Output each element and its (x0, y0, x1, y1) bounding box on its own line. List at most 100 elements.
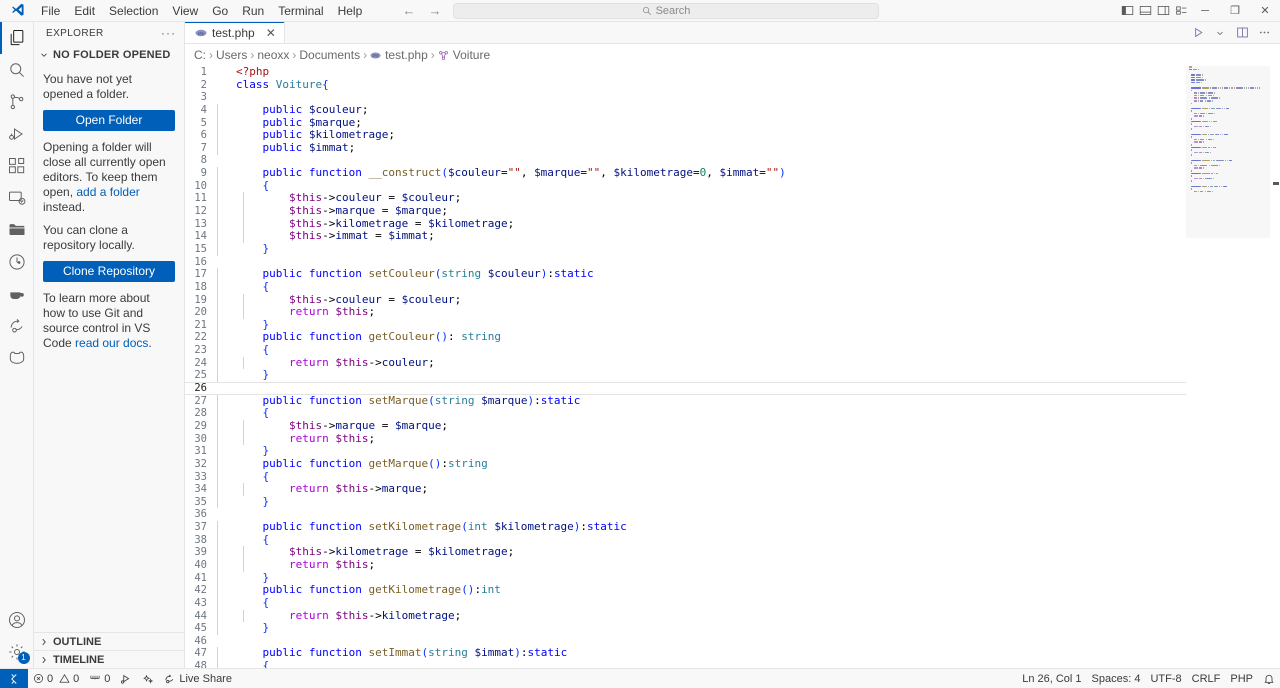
code-line[interactable]: 40 return $this; (185, 558, 1186, 572)
status-run-code[interactable] (115, 669, 137, 688)
code-line-content[interactable]: public function getCouleur(): string (217, 331, 1186, 345)
minimap-slider[interactable] (1186, 66, 1270, 238)
breadcrumb-item-users[interactable]: Users (216, 48, 247, 62)
open-folder-button[interactable]: Open Folder (43, 110, 175, 131)
code-line[interactable]: 45 } (185, 621, 1186, 635)
activitybar-item-explorer[interactable] (0, 22, 34, 54)
activitybar-item-test-explorer[interactable] (0, 246, 34, 278)
code-line[interactable]: 14 $this->immat = $immat; (185, 230, 1186, 243)
remote-window-button[interactable] (0, 668, 28, 688)
code-line[interactable]: 1 <?php (185, 66, 1186, 79)
code-line-content[interactable]: } (217, 621, 1186, 635)
menu-edit[interactable]: Edit (67, 0, 102, 22)
code-line[interactable]: 37 public function setKilometrage(int $k… (185, 520, 1186, 534)
code-line[interactable]: 20 return $this; (185, 305, 1186, 319)
code-line[interactable]: 9 public function __construct($couleur="… (185, 166, 1186, 180)
activitybar-item-live-share[interactable] (0, 310, 34, 342)
activitybar-item-source-control[interactable] (0, 86, 34, 118)
code-line-content[interactable]: { (217, 659, 1186, 668)
no-folder-opened-section[interactable]: NO FOLDER OPENED (34, 44, 184, 66)
code-line-content[interactable]: public function setMarque(string $marque… (217, 394, 1186, 408)
status-php-intelephense[interactable] (137, 669, 159, 688)
more-actions-icon[interactable] (1254, 22, 1274, 44)
status-ports[interactable]: 0 (84, 669, 115, 688)
activitybar-item-run-and-debug[interactable] (0, 118, 34, 150)
tab-test-php[interactable]: php test.php ✕ (185, 22, 285, 43)
customize-layout-icon[interactable] (1172, 0, 1190, 22)
activitybar-item-project-manager[interactable] (0, 214, 34, 246)
arrow-left-icon[interactable]: ← (401, 4, 417, 17)
code-line[interactable]: 32 public function getMarque():string (185, 457, 1186, 471)
code-line-content[interactable]: return $this; (217, 558, 1186, 572)
status-indentation[interactable]: Spaces: 4 (1087, 669, 1146, 688)
code-editor[interactable]: 1 <?php 2 class Voiture{3 4 public $couleur;… (185, 66, 1280, 668)
activitybar-item-github-copilot[interactable] (0, 342, 34, 374)
code-line-content[interactable]: public function setKilometrage(int $kilo… (217, 520, 1186, 534)
toggle-secondary-sidebar-icon[interactable] (1154, 0, 1172, 22)
read-our-docs-link[interactable]: read our docs (75, 336, 148, 350)
toggle-primary-sidebar-icon[interactable] (1118, 0, 1136, 22)
status-eol[interactable]: CRLF (1187, 669, 1226, 688)
status-problems[interactable]: 0 0 (28, 669, 84, 688)
arrow-right-icon[interactable]: → (427, 4, 443, 17)
close-button[interactable]: ✕ (1250, 0, 1280, 22)
activitybar-item-java-projects[interactable] (0, 278, 34, 310)
code-line[interactable]: 2 class Voiture{ (185, 78, 1186, 92)
code-line-content[interactable]: return $this; (217, 305, 1186, 319)
code-line-content[interactable]: return $this->couleur; (217, 356, 1186, 370)
code-line[interactable]: 44 return $this->kilometrage; (185, 609, 1186, 623)
code-line-content[interactable]: return $this->kilometrage; (217, 609, 1186, 623)
code-line[interactable]: 48 { (185, 659, 1186, 668)
breadcrumb-item-neoxx[interactable]: neoxx (257, 48, 289, 62)
status-language-mode[interactable]: PHP (1225, 669, 1258, 688)
split-editor-icon[interactable] (1232, 22, 1252, 44)
code-line[interactable]: 42 public function getKilometrage():int (185, 583, 1186, 597)
more-actions-icon[interactable]: ··· (161, 26, 176, 40)
code-line-content[interactable]: public $kilometrage; (217, 128, 1186, 142)
code-line-content[interactable]: return $this->marque; (217, 482, 1186, 496)
code-lines-container[interactable]: 1 <?php 2 class Voiture{3 4 public $couleur;… (185, 66, 1186, 668)
code-line-content[interactable]: public $immat; (217, 141, 1186, 155)
code-line[interactable]: 22 public function getCouleur(): string (185, 331, 1186, 345)
close-icon[interactable]: ✕ (266, 27, 276, 39)
code-line-content[interactable]: } (217, 242, 1186, 256)
menu-go[interactable]: Go (205, 0, 235, 22)
breadcrumb-item-documents[interactable]: Documents (299, 48, 360, 62)
code-line[interactable]: 27 public function setMarque(string $mar… (185, 394, 1186, 408)
outline-section[interactable]: OUTLINE (34, 632, 184, 650)
code-line-content[interactable]: public function __construct($couleur="",… (217, 166, 1186, 180)
code-line[interactable]: 47 public function setImmat(string $imma… (185, 647, 1186, 661)
command-center-search[interactable]: Search (453, 2, 879, 19)
status-live-share[interactable]: Live Share (159, 669, 237, 688)
activitybar-item-remote-explorer[interactable] (0, 182, 34, 214)
activitybar-item-extensions[interactable] (0, 150, 34, 182)
status-notifications[interactable] (1258, 669, 1280, 688)
code-line-content[interactable]: public function getMarque():string (217, 457, 1186, 471)
code-line[interactable]: 7 public $immat; (185, 141, 1186, 155)
code-line-content[interactable]: public function setImmat(string $immat):… (217, 647, 1186, 661)
code-line[interactable]: 34 return $this->marque; (185, 482, 1186, 496)
code-line[interactable]: 24 return $this->couleur; (185, 356, 1186, 370)
code-line-content[interactable]: } (217, 495, 1186, 509)
code-line-content[interactable]: } (217, 369, 1186, 383)
status-encoding[interactable]: UTF-8 (1145, 669, 1186, 688)
code-line-content[interactable]: <?php (217, 66, 1186, 79)
code-line-content[interactable]: public function setCouleur(string $coule… (217, 267, 1186, 281)
maximize-button[interactable]: ❐ (1220, 0, 1250, 22)
code-line-content[interactable]: return $this; (217, 432, 1186, 446)
menu-view[interactable]: View (165, 0, 205, 22)
toggle-panel-icon[interactable] (1136, 0, 1154, 22)
activitybar-item-accounts[interactable] (0, 604, 34, 636)
menu-selection[interactable]: Selection (102, 0, 165, 22)
editor-scrollbar[interactable] (1270, 66, 1280, 668)
code-line[interactable]: 17 public function setCouleur(string $co… (185, 267, 1186, 281)
status-editor-position[interactable]: Ln 26, Col 1 (1017, 669, 1086, 688)
activitybar-item-manage-settings[interactable]: 1 (0, 636, 34, 668)
clone-repository-button[interactable]: Clone Repository (43, 261, 175, 282)
code-line-content[interactable]: public function getKilometrage():int (217, 583, 1186, 597)
code-line[interactable]: 15 } (185, 242, 1186, 256)
minimap[interactable] (1186, 66, 1270, 668)
code-line-content[interactable]: class Voiture{ (217, 78, 1186, 92)
activitybar-item-search[interactable] (0, 54, 34, 86)
menu-terminal[interactable]: Terminal (271, 0, 330, 22)
